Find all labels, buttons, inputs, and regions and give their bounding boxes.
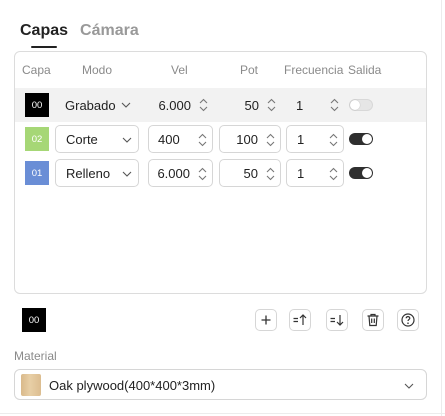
material-value: Oak plywood(400*400*3mm): [49, 378, 216, 393]
header-frequency: Frecuencia: [284, 63, 344, 77]
frequency-input[interactable]: 1: [286, 91, 344, 119]
panel-bottom-border: [0, 413, 445, 414]
frequency-input[interactable]: 1: [286, 159, 344, 187]
layer-color-swatch[interactable]: 00: [25, 93, 49, 117]
stepper-icon[interactable]: [198, 167, 207, 181]
mode-select[interactable]: Corte: [55, 125, 139, 153]
material-select[interactable]: Oak plywood(400*400*3mm): [14, 369, 427, 400]
speed-value: 6.000: [157, 165, 190, 181]
move-layer-up-icon: [293, 314, 307, 325]
output-toggle[interactable]: [349, 133, 373, 145]
table-row[interactable]: 02 Corte 400 100 1: [15, 122, 426, 156]
output-toggle[interactable]: [349, 99, 373, 111]
panel-right-border: [441, 0, 442, 416]
table-row[interactable]: 01 Relleno 6.000 50 1: [15, 156, 426, 190]
delete-layer-button[interactable]: [362, 309, 384, 331]
speed-input[interactable]: 6.000: [148, 159, 213, 187]
frequency-value: 1: [296, 97, 304, 113]
layer-color-swatch[interactable]: 02: [25, 127, 49, 151]
mode-select[interactable]: Grabado: [55, 91, 139, 119]
power-input[interactable]: 50: [219, 91, 281, 119]
active-tab-indicator: [31, 46, 57, 48]
layer-color-swatch[interactable]: 01: [25, 161, 49, 185]
table-header: Capa Modo Vel Pot Frecuencia Salida: [15, 52, 426, 88]
current-layer-swatch[interactable]: 00: [22, 308, 46, 332]
speed-value: 6.000: [158, 97, 191, 113]
help-icon: [401, 313, 415, 327]
chevron-down-icon: [122, 171, 132, 177]
stepper-icon[interactable]: [266, 167, 275, 181]
mode-value: Grabado: [65, 97, 116, 113]
layers-table: Capa Modo Vel Pot Frecuencia Salida 00 G…: [14, 51, 427, 294]
stepper-icon[interactable]: [329, 133, 338, 147]
header-power: Pot: [240, 63, 259, 77]
stepper-icon[interactable]: [330, 98, 339, 112]
header-layer: Capa: [22, 63, 51, 77]
move-layer-up-button[interactable]: [289, 309, 311, 331]
speed-value: 400: [158, 131, 180, 147]
speed-input[interactable]: 400: [148, 125, 213, 153]
stepper-icon[interactable]: [198, 133, 207, 147]
tab-camara[interactable]: Cámara: [80, 20, 139, 42]
chevron-down-icon: [121, 102, 131, 108]
power-value: 50: [244, 97, 259, 113]
mode-value: Relleno: [66, 165, 111, 181]
chevron-down-icon: [404, 383, 414, 389]
header-output: Salida: [348, 63, 382, 77]
stepper-icon[interactable]: [199, 98, 208, 112]
power-value: 100: [236, 131, 258, 147]
help-button[interactable]: [397, 309, 419, 331]
frequency-value: 1: [297, 165, 305, 181]
stepper-icon[interactable]: [329, 167, 338, 181]
chevron-down-icon: [122, 137, 132, 143]
power-input[interactable]: 100: [219, 125, 281, 153]
header-speed: Vel: [171, 63, 188, 77]
tab-capas[interactable]: Capas: [20, 20, 68, 42]
toggle-knob: [350, 100, 360, 110]
toggle-knob: [362, 168, 372, 178]
table-row[interactable]: 00 Grabado 6.000 50 1: [15, 88, 426, 122]
tab-bar: Capas Cámara: [20, 20, 139, 42]
header-mode: Modo: [82, 63, 113, 77]
stepper-icon[interactable]: [267, 98, 276, 112]
add-icon: [261, 315, 271, 325]
frequency-input[interactable]: 1: [286, 125, 344, 153]
move-layer-down-icon: [330, 315, 344, 326]
frequency-value: 1: [297, 131, 305, 147]
material-thumbnail: [21, 374, 41, 396]
power-value: 50: [243, 165, 258, 181]
speed-input[interactable]: 6.000: [148, 91, 213, 119]
toggle-knob: [362, 134, 372, 144]
move-layer-down-button[interactable]: [326, 309, 348, 331]
output-toggle[interactable]: [349, 167, 373, 179]
stepper-icon[interactable]: [266, 133, 275, 147]
add-layer-button[interactable]: [255, 309, 277, 331]
mode-value: Corte: [66, 131, 98, 147]
material-label: Material: [14, 349, 57, 363]
delete-icon: [367, 313, 379, 327]
mode-select[interactable]: Relleno: [55, 159, 139, 187]
power-input[interactable]: 50: [219, 159, 281, 187]
